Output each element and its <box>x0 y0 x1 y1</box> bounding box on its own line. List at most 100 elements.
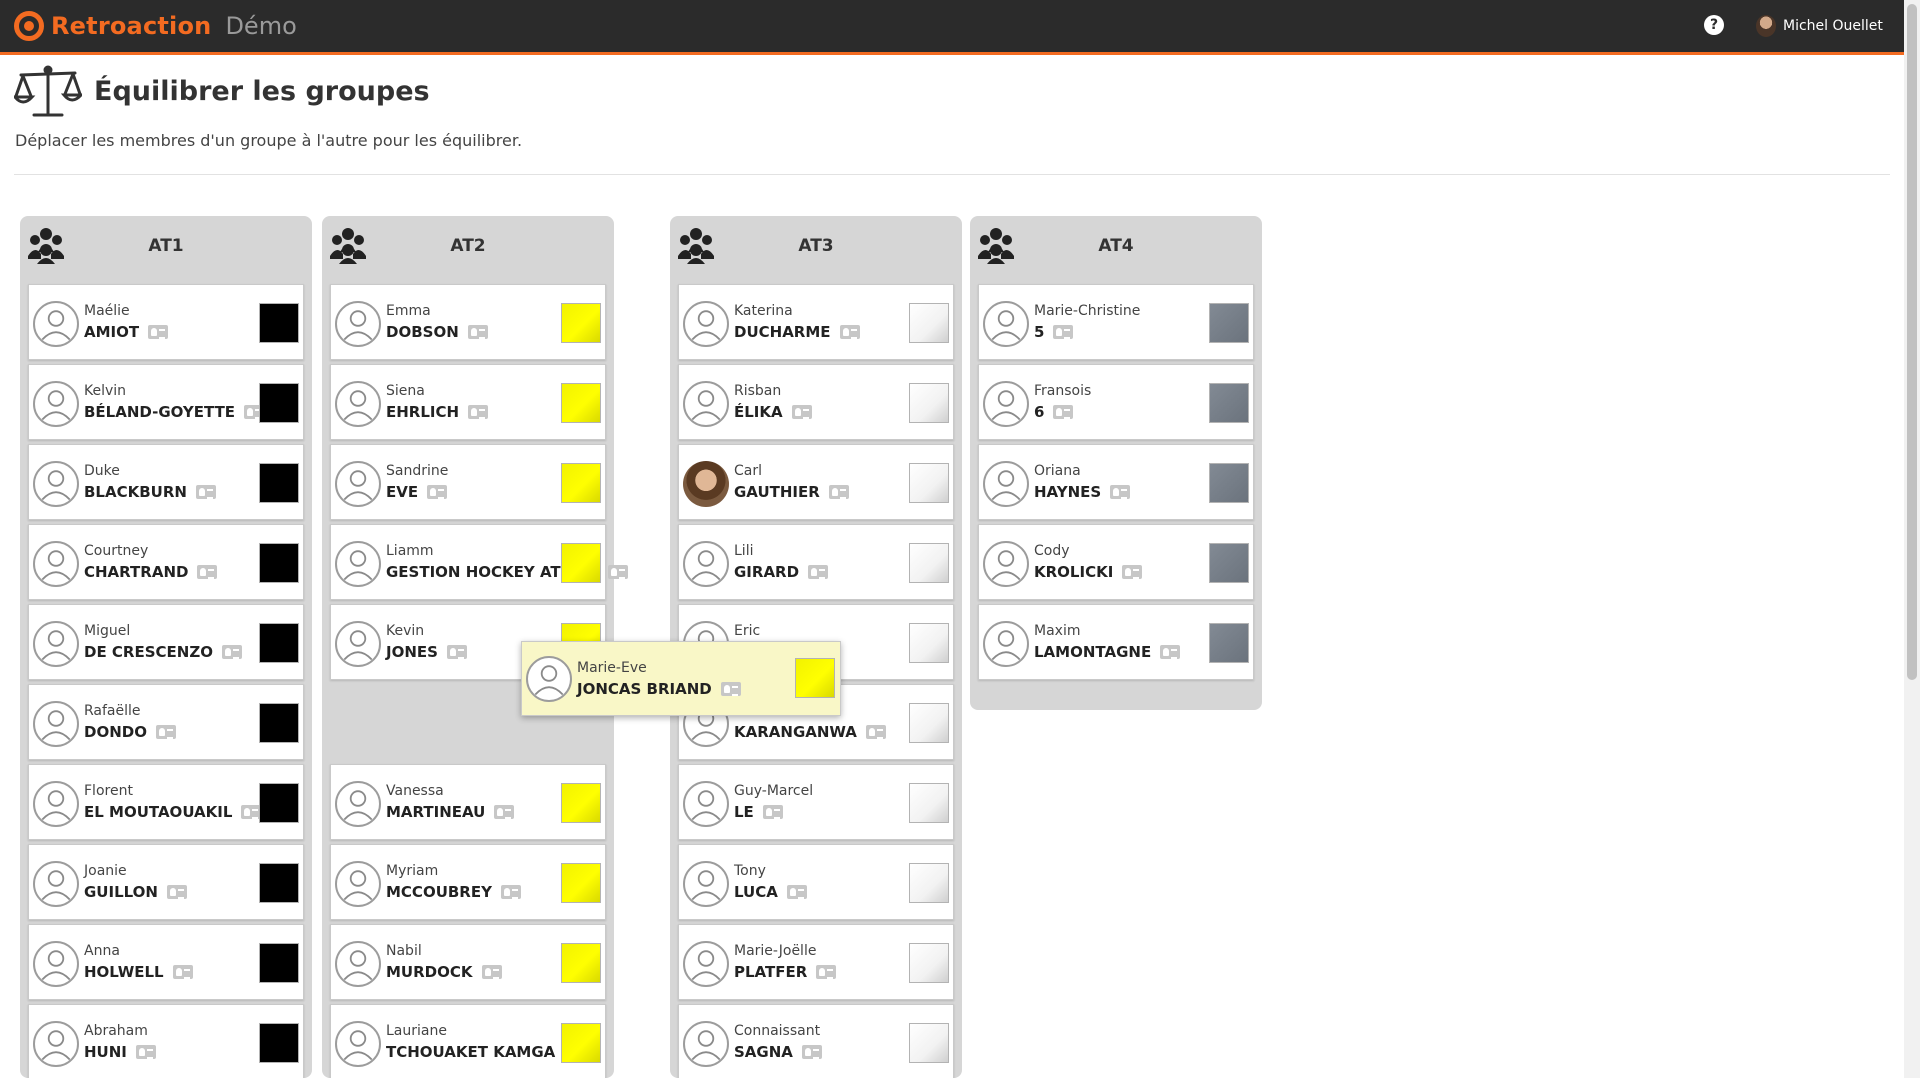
group-column-at1[interactable]: AT1 Maélie AMIOT Kelvin BÉLAND-GOYETTE Duke B… <box>20 216 312 1078</box>
member-first-name: Kelvin <box>84 383 127 399</box>
id-card-icon[interactable] <box>166 885 187 899</box>
member-first-name: Miguel <box>84 623 131 639</box>
member-first-name: Florent <box>84 783 133 799</box>
id-card-icon[interactable] <box>172 965 193 979</box>
member-card[interactable]: Kelvin BÉLAND-GOYETTE <box>28 364 304 440</box>
member-first-name: Risban <box>734 383 782 399</box>
scrollbar-thumb[interactable] <box>1907 4 1917 680</box>
avatar <box>683 461 729 507</box>
member-first-name: Lili <box>734 543 754 559</box>
group-color-swatch <box>259 303 299 343</box>
id-card-icon[interactable] <box>762 805 783 819</box>
id-card-icon[interactable] <box>1053 405 1074 419</box>
member-card[interactable]: Anna HOLWELL <box>28 924 304 1000</box>
id-card-icon[interactable] <box>1053 325 1074 339</box>
member-card[interactable]: Guy-Marcel LE <box>678 764 954 840</box>
group-color-swatch <box>909 623 949 663</box>
id-card-icon[interactable] <box>221 645 242 659</box>
member-card[interactable]: Nabil MURDOCK <box>330 924 606 1000</box>
user-outline-icon <box>983 301 1029 347</box>
member-card[interactable]: Katerina DUCHARME <box>678 284 954 360</box>
member-card[interactable]: Duke BLACKBURN <box>28 444 304 520</box>
id-card-icon[interactable] <box>195 485 216 499</box>
id-card-icon[interactable] <box>427 485 448 499</box>
member-card[interactable]: Liamm GESTION HOCKEY ATOME <box>330 524 628 600</box>
brand-link[interactable]: Retroaction Démo <box>14 9 297 43</box>
user-outline-icon <box>335 781 381 827</box>
member-first-name: Katerina <box>734 303 793 319</box>
member-first-name: Siena <box>386 383 425 399</box>
member-first-name: Fransois <box>1034 383 1092 399</box>
id-card-icon[interactable] <box>197 565 218 579</box>
id-card-icon[interactable] <box>865 725 886 739</box>
user-outline-icon <box>683 781 729 827</box>
dragged-member-card[interactable]: Marie-Eve JONCAS BRIAND <box>521 641 841 716</box>
id-card-icon[interactable] <box>1122 565 1143 579</box>
user-outline-icon <box>33 381 79 427</box>
member-card[interactable]: Risban ÉLIKA <box>678 364 954 440</box>
member-card[interactable]: Abraham HUNI <box>28 1004 304 1078</box>
id-card-icon[interactable] <box>500 885 521 899</box>
group-color-swatch <box>259 1023 299 1063</box>
member-card[interactable]: Florent EL MOUTAOUAKIL <box>28 764 304 840</box>
id-card-icon[interactable] <box>791 405 812 419</box>
user-menu[interactable]: Michel Ouellet <box>1756 15 1883 37</box>
user-outline-icon <box>33 701 79 747</box>
id-card-icon[interactable] <box>607 565 628 579</box>
member-card[interactable]: Courtney CHARTRAND <box>28 524 304 600</box>
member-card[interactable]: Oriana HAYNES <box>978 444 1254 520</box>
member-last-name: TCHOUAKET KAMGA <box>386 1043 585 1061</box>
group-color-swatch <box>561 303 601 343</box>
id-card-icon[interactable] <box>801 1045 822 1059</box>
member-card[interactable]: Joanie GUILLON <box>28 844 304 920</box>
member-card[interactable]: Connaissant SAGNA <box>678 1004 954 1078</box>
member-card[interactable]: Marie-Joëlle PLATFER <box>678 924 954 1000</box>
member-card[interactable]: Maélie AMIOT <box>28 284 304 360</box>
id-card-icon[interactable] <box>720 682 741 696</box>
member-card[interactable]: Lili GIRARD <box>678 524 954 600</box>
id-card-icon[interactable] <box>839 325 860 339</box>
member-card[interactable]: Maxim LAMONTAGNE <box>978 604 1254 680</box>
user-outline-icon <box>335 461 381 507</box>
member-card[interactable]: Myriam MCCOUBREY <box>330 844 606 920</box>
member-card[interactable]: Miguel DE CRESCENZO <box>28 604 304 680</box>
member-card[interactable]: Rafaëlle DONDO <box>28 684 304 760</box>
id-card-icon[interactable] <box>467 325 488 339</box>
user-outline-icon <box>683 941 729 987</box>
id-card-icon[interactable] <box>828 485 849 499</box>
id-card-icon[interactable] <box>468 405 489 419</box>
member-card[interactable]: Carl GAUTHIER <box>678 444 954 520</box>
id-card-icon[interactable] <box>135 1045 156 1059</box>
member-card[interactable]: Sandrine EVE <box>330 444 606 520</box>
member-card[interactable]: Fransois 6 <box>978 364 1254 440</box>
member-first-name: Oriana <box>1034 463 1081 479</box>
id-card-icon[interactable] <box>808 565 829 579</box>
id-card-icon[interactable] <box>1160 645 1181 659</box>
member-card[interactable]: Marie-Christine 5 <box>978 284 1254 360</box>
id-card-icon[interactable] <box>816 965 837 979</box>
member-card[interactable]: Cody KROLICKI <box>978 524 1254 600</box>
id-card-icon[interactable] <box>494 805 515 819</box>
member-last-name: PLATFER <box>734 963 837 981</box>
group-title: AT1 <box>148 236 184 256</box>
member-card[interactable]: Lauriane TCHOUAKET KAMGA <box>330 1004 606 1078</box>
top-navbar: Retroaction Démo ? Michel Ouellet <box>0 0 1904 55</box>
member-first-name: Liamm <box>386 543 434 559</box>
member-card[interactable]: Tony LUCA <box>678 844 954 920</box>
member-card[interactable]: Siena EHRLICH <box>330 364 606 440</box>
group-color-swatch <box>259 623 299 663</box>
user-outline-icon <box>335 301 381 347</box>
id-card-icon[interactable] <box>155 725 176 739</box>
member-first-name: Nabil <box>386 943 422 959</box>
member-card[interactable]: Emma DOBSON <box>330 284 606 360</box>
id-card-icon[interactable] <box>786 885 807 899</box>
member-card[interactable]: Vanessa MARTINEAU <box>330 764 606 840</box>
id-card-icon[interactable] <box>148 325 169 339</box>
group-color-swatch <box>561 863 601 903</box>
id-card-icon[interactable] <box>481 965 502 979</box>
member-first-name: Abraham <box>84 1023 148 1039</box>
question-circle-icon[interactable]: ? <box>1704 15 1724 35</box>
id-card-icon[interactable] <box>446 645 467 659</box>
group-column-at4[interactable]: AT4 Marie-Christine 5 Fransois 6 Oriana HAYNE… <box>970 216 1262 710</box>
id-card-icon[interactable] <box>1110 485 1131 499</box>
